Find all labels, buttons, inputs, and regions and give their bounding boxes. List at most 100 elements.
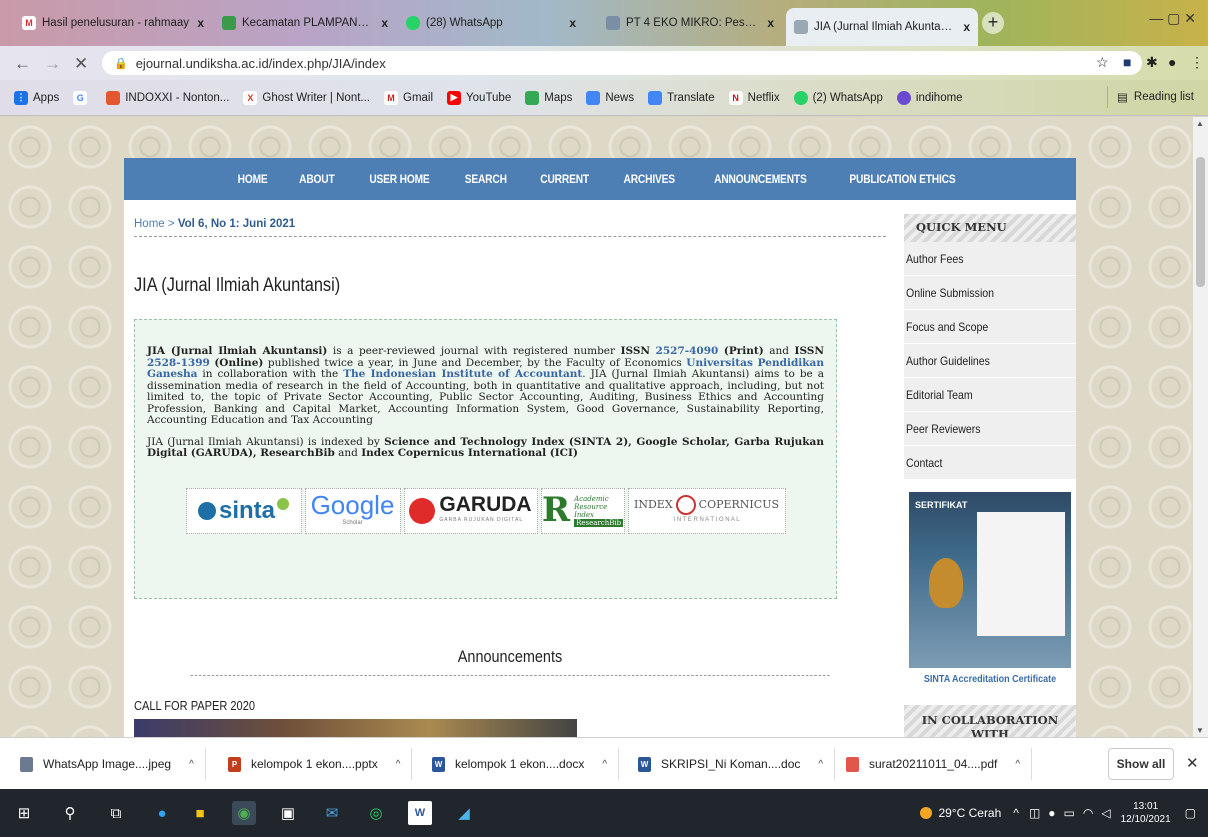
menu-author-guidelines[interactable]: Author Guidelines (904, 344, 1076, 378)
browser-tab[interactable]: Kecamatan PLAMPANG | Ge x (214, 8, 396, 38)
tab-close-icon[interactable]: x (197, 16, 204, 30)
notification-icon[interactable]: ▢ (1185, 806, 1196, 820)
certificate-caption[interactable]: SINTA Accreditation Certificate (913, 674, 1068, 685)
bookmark-netflix[interactable]: N Netflix (728, 90, 780, 105)
chevron-up-icon[interactable]: ^ (602, 759, 607, 770)
nav-announcements[interactable]: ANNOUNCEMENTS (714, 172, 807, 186)
edge-icon[interactable]: ● (150, 801, 174, 825)
bookmark-indihome[interactable]: indihome (896, 90, 963, 105)
bookmark-news[interactable]: News (586, 90, 634, 105)
forward-arrow-icon[interactable]: → (44, 54, 61, 74)
accreditation-certificate-image[interactable]: SERTIFIKAT (909, 492, 1071, 668)
wifi-icon[interactable]: ◠ (1083, 806, 1093, 820)
issn-online-link[interactable]: 2528-1399 (147, 357, 210, 369)
chevron-up-icon[interactable]: ^ (396, 759, 401, 770)
close-icon[interactable]: ✕ (1186, 754, 1199, 772)
index-copernicus-logo[interactable]: INDEX COPERNICUS I N T E R N A T I O N A… (627, 487, 786, 534)
star-icon[interactable]: ☆ (1096, 54, 1109, 71)
bookmark-gmail[interactable]: M Gmail (384, 90, 433, 105)
windows-start-icon[interactable]: ⊞ (12, 801, 36, 825)
tab-close-icon[interactable]: x (569, 16, 576, 30)
reading-list-button[interactable]: ▤ Reading list (1107, 86, 1194, 108)
announcement-title[interactable]: CALL FOR PAPER 2020 (134, 698, 773, 713)
breadcrumb-home[interactable]: Home (134, 218, 165, 230)
nav-archives[interactable]: ARCHIVES (624, 172, 676, 186)
scroll-up-icon[interactable]: ▲ (1196, 119, 1204, 128)
new-tab-button[interactable]: + (982, 12, 1004, 34)
researchbib-logo[interactable]: R Academic Resource Index ResearchBib (540, 487, 625, 534)
nav-current[interactable]: CURRENT (540, 172, 589, 186)
download-item[interactable]: W kelompok 1 ekon....docx ^ (432, 738, 620, 790)
chevron-up-icon[interactable]: ^ (189, 759, 194, 770)
bookmark-apps[interactable]: ⋮ Apps (14, 90, 59, 105)
store-icon[interactable]: ▣ (276, 801, 300, 825)
bookmark-indoxxi[interactable]: INDOXXI - Nonton... (106, 90, 229, 105)
word-icon[interactable]: W (408, 801, 432, 825)
scrollbar-thumb[interactable] (1196, 157, 1205, 287)
extension-icon[interactable]: ■ (1123, 54, 1131, 70)
profile-icon[interactable]: ● (1168, 54, 1176, 70)
volume-icon[interactable]: ◁ (1101, 806, 1110, 820)
mic-icon[interactable]: ● (1048, 806, 1055, 820)
download-item[interactable]: surat20211011_04....pdf ^ (846, 738, 1033, 790)
menu-contact[interactable]: Contact (904, 446, 1076, 480)
garuda-logo[interactable]: GARUDA GARBA RUJUKAN DIGITAL (403, 487, 538, 534)
browser-tab[interactable]: M Hasil penelusuran - rahmaay x (14, 8, 212, 38)
nav-about[interactable]: ABOUT (299, 172, 335, 186)
bookmark-ghost-writer[interactable]: X Ghost Writer | Nont... (243, 90, 370, 105)
bookmark-maps[interactable]: Maps (525, 90, 572, 105)
vertical-scrollbar[interactable]: ▲ ▼ (1193, 117, 1208, 737)
browser-tab-active[interactable]: JIA (Jurnal Ilmiah Akuntansi) x (786, 8, 978, 46)
tab-close-icon[interactable]: x (381, 16, 388, 30)
download-item[interactable]: WhatsApp Image....jpeg ^ (20, 738, 206, 790)
menu-label: Online Submission (906, 286, 995, 300)
task-view-icon[interactable]: ⧉ (104, 801, 128, 825)
chevron-up-icon[interactable]: ^ (1013, 806, 1019, 820)
window-controls[interactable]: — ▢ ✕ (1149, 10, 1196, 27)
weather-text[interactable]: 29°C Cerah (938, 806, 1001, 820)
menu-author-fees[interactable]: Author Fees (904, 242, 1076, 276)
battery-icon[interactable]: ▭ (1064, 806, 1075, 820)
download-item[interactable]: W SKRIPSI_Ni Koman....doc ^ (638, 738, 836, 790)
sinta-logo[interactable]: sinta (185, 487, 302, 534)
menu-online-submission[interactable]: Online Submission (904, 276, 1076, 310)
url-field[interactable]: 🔒 ejournal.undiksha.ac.id/index.php/JIA/… (102, 51, 1142, 75)
tab-close-icon[interactable]: x (963, 20, 970, 34)
nav-home[interactable]: HOME (237, 172, 267, 186)
back-arrow-icon[interactable]: ← (14, 54, 31, 74)
institute-link[interactable]: The Indonesian Institute of Accountant (343, 368, 582, 380)
photos-icon[interactable]: ◢ (452, 801, 476, 825)
breadcrumb-current[interactable]: Vol 6, No 1: Juni 2021 (178, 218, 295, 230)
search-icon[interactable]: ⚲ (58, 801, 82, 825)
bookmark-google[interactable]: G (73, 90, 92, 105)
nav-search[interactable]: SEARCH (464, 172, 506, 186)
announcement-banner-image[interactable] (134, 719, 577, 737)
nav-publication-ethics[interactable]: PUBLICATION ETHICS (850, 172, 956, 186)
google-scholar-logo[interactable]: Google Scholar (304, 487, 401, 534)
bookmark-whatsapp[interactable]: (2) WhatsApp (793, 90, 883, 105)
menu-editorial-team[interactable]: Editorial Team (904, 378, 1076, 412)
bookmark-youtube[interactable]: ▶ YouTube (447, 90, 511, 105)
issn-print-link[interactable]: 2527-4090 (656, 345, 719, 357)
network-icon[interactable]: ◫ (1029, 806, 1040, 820)
menu-focus-scope[interactable]: Focus and Scope (904, 310, 1076, 344)
menu-dots-icon[interactable]: ⋮ (1190, 54, 1204, 71)
chrome-icon[interactable]: ◉ (232, 801, 256, 825)
bookmark-translate[interactable]: Translate (648, 90, 715, 105)
file-explorer-icon[interactable]: ■ (188, 801, 212, 825)
browser-tab[interactable]: (28) WhatsApp x (398, 8, 584, 38)
mail-icon[interactable]: ✉ (320, 801, 344, 825)
puzzle-icon[interactable]: ✱ (1146, 54, 1158, 71)
chevron-up-icon[interactable]: ^ (1015, 759, 1020, 770)
whatsapp-icon[interactable]: ◎ (364, 801, 388, 825)
chevron-up-icon[interactable]: ^ (818, 759, 823, 770)
nav-user-home[interactable]: USER HOME (369, 172, 429, 186)
scroll-down-icon[interactable]: ▼ (1196, 726, 1204, 735)
reload-icon[interactable]: ✕ (74, 54, 88, 74)
browser-tab[interactable]: PT 4 EKO MIKRO: Peserta x (598, 8, 782, 38)
download-item[interactable]: P kelompok 1 ekon....pptx ^ (228, 738, 413, 790)
clock[interactable]: 13:01 12/10/2021 (1121, 800, 1171, 826)
tab-close-icon[interactable]: x (767, 16, 774, 30)
show-all-button[interactable]: Show all (1108, 748, 1174, 780)
menu-peer-reviewers[interactable]: Peer Reviewers (904, 412, 1076, 446)
